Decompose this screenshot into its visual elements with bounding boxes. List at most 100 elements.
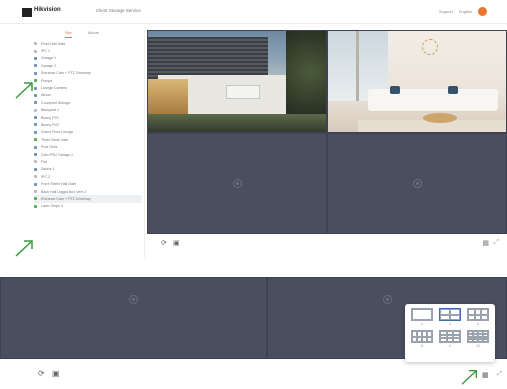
layout-option-label: 1 (421, 322, 423, 326)
sidebar-item[interactable]: Back Hall Loggia Box Vent 2 (34, 188, 142, 195)
sidebar-item[interactable]: Lounge Camera (34, 84, 142, 91)
sidebar-item[interactable]: Pool Deck (34, 143, 142, 150)
sidebar-item[interactable]: Front Street Hall Gate (34, 180, 142, 187)
sidebar-item-label: Fire (41, 159, 48, 164)
grid-toolbar-zoomed: ⟳ ▣ ▦ ⤢ (0, 359, 507, 389)
refresh-icon[interactable]: ⟳ (38, 369, 45, 378)
screenshot-icon[interactable]: ▣ (173, 239, 180, 247)
support-link[interactable]: Support (439, 9, 453, 14)
camera-status-icon (34, 167, 37, 171)
layout-option[interactable]: 9 (438, 330, 462, 349)
sidebar-item-label: Bunny PV1 (41, 115, 59, 120)
video-tile-2[interactable] (327, 30, 507, 133)
sidebar-item-label: Back Hall Loggia Box Vent 2 (41, 189, 87, 194)
screenshot-page: Hikvision Client Storage Service Support… (0, 0, 507, 389)
camera-placeholder-icon (412, 179, 422, 188)
sidebar-item[interactable]: Bunny PV1 (34, 114, 142, 121)
brand-name: Hikvision (34, 7, 61, 13)
layout-cell (440, 338, 447, 342)
layout-grid-icon (439, 308, 461, 321)
video-tile-4[interactable] (327, 133, 507, 234)
house-window (148, 79, 188, 115)
sidebar-item-label: Front Street Hall Gate (41, 182, 76, 187)
layout-option-label: 8 (421, 344, 423, 348)
refresh-icon[interactable]: ⟳ (161, 239, 167, 247)
sidebar-item[interactable]: Lawn Slope 4 (34, 203, 142, 210)
camera-status-icon (34, 101, 37, 105)
camera-placeholder-icon (232, 179, 242, 188)
sidebar-item[interactable]: Bunny PV2 (34, 121, 142, 128)
sidebar-item-label: Entrance Cam + PTZ Driveway (41, 196, 91, 201)
sidebar-item-label: Sauna 1 (41, 167, 55, 172)
sidebar-item-label: Lounge Camera (41, 86, 67, 91)
top-right-links: Support English (439, 7, 487, 16)
sidebar-item[interactable]: Fire (34, 158, 142, 165)
camera-status-icon (34, 153, 37, 157)
sidebar-item[interactable]: Front Hall Gate (34, 40, 142, 47)
green-arrow-icon (14, 80, 36, 100)
house-ac-unit (226, 85, 260, 99)
user-avatar[interactable] (478, 7, 487, 16)
sidebar-item[interactable]: Entrance Cam + PTZ Driveway (34, 195, 142, 203)
sidebar-item-label: IPC 1 (41, 49, 50, 54)
sidebar-item[interactable]: Three Bank Gate (34, 136, 142, 143)
layout-cell (450, 314, 460, 320)
sidebar-item[interactable]: Pumpa (34, 77, 142, 84)
tab-album[interactable]: Album (88, 30, 99, 38)
camera-status-icon (34, 160, 37, 164)
camera-status-icon (34, 108, 37, 112)
layout-icon[interactable]: ▦ (482, 371, 489, 379)
layout-grid-icon (467, 308, 489, 321)
layout-cell (440, 314, 450, 320)
layout-option[interactable]: 6 (466, 308, 490, 327)
camera-status-icon (34, 123, 37, 127)
camera-status-icon (34, 116, 37, 120)
video-tile-zoomed-1[interactable] (0, 277, 267, 359)
camera-status-icon (34, 49, 37, 53)
room-pillow (390, 86, 400, 94)
camera-status-icon (34, 197, 37, 201)
screenshot-icon[interactable]: ▣ (52, 369, 60, 378)
room-pillow (448, 86, 458, 94)
sidebar-item[interactable]: Sauna 1 (34, 166, 142, 173)
fullscreen-icon[interactable]: ⤢ (497, 371, 502, 378)
sidebar-item-label: Bunny PV2 (41, 122, 59, 127)
frame-divider (0, 263, 507, 277)
camera-status-icon (34, 56, 37, 60)
layout-cell (468, 314, 475, 320)
layout-option[interactable]: 4 (438, 308, 462, 327)
camera-status-icon (34, 64, 37, 68)
sidebar-item[interactable]: Courtyard Storage (34, 99, 142, 106)
room-chandelier (422, 39, 438, 55)
camera-placeholder-icon (129, 295, 138, 304)
sidebar-item[interactable]: Cam PSU Garage 2 (34, 151, 142, 158)
language-link[interactable]: English (459, 9, 472, 14)
layout-option[interactable]: 1 (410, 308, 434, 327)
layout-options: 1 4 6 8 9 16 (410, 308, 490, 349)
video-tile-1[interactable] (147, 30, 327, 133)
layout-grid-icon (467, 330, 489, 343)
layout-option-label: 4 (449, 322, 451, 326)
tab-site[interactable]: Site (64, 30, 72, 38)
sidebar-item[interactable]: Garage 1 (34, 55, 142, 62)
sidebar-item[interactable]: IPC 2 (34, 173, 142, 180)
sidebar-item-label: Backyard 1 (41, 108, 59, 113)
sidebar-item[interactable]: Backyard 1 (34, 107, 142, 114)
sidebar-item-label: Garage 2 (41, 63, 56, 68)
layout-option[interactable]: 16 (466, 330, 490, 349)
video-tile-3[interactable] (147, 133, 327, 234)
layout-option[interactable]: 8 (410, 330, 434, 349)
room-coffee-table (423, 113, 457, 123)
sidebar-item-label: Grand Floor Lounge (41, 130, 74, 135)
sidebar-item[interactable]: IPC 1 (34, 47, 142, 54)
camera-status-icon (34, 71, 37, 75)
sidebar-item[interactable]: Atrium (34, 92, 142, 99)
sidebar-item[interactable]: Grand Floor Lounge (34, 129, 142, 136)
camera-status-icon (34, 145, 37, 149)
sidebar-tabs: Site Album (20, 30, 144, 38)
sidebar-item[interactable]: Entrance Cam + PTZ Driveway (34, 70, 142, 77)
fullscreen-icon[interactable]: ⤢ (493, 239, 499, 247)
sidebar-item[interactable]: Garage 2 (34, 62, 142, 69)
layout-cell (453, 338, 460, 342)
layout-icon[interactable]: ▦ (482, 239, 489, 247)
